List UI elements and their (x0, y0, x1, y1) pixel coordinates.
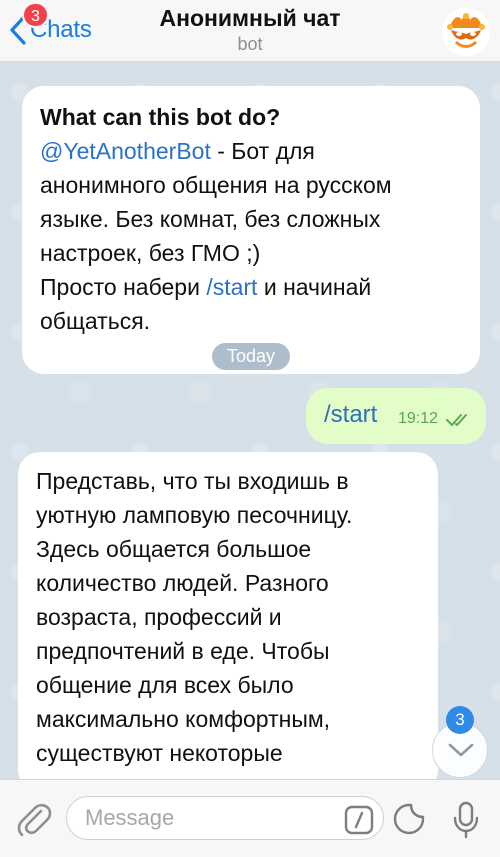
bot-info-line: языке. Без комнат, без сложных (40, 206, 381, 232)
message-line: количество людей. Разного (36, 570, 329, 596)
message-input[interactable] (66, 796, 384, 840)
bot-info-line: Просто набери /start и начинай (40, 270, 462, 304)
outgoing-message[interactable]: /start 19:12 (306, 388, 486, 444)
bot-info-line: общаться. (40, 308, 151, 334)
chat-title: Анонимный чат (159, 5, 341, 31)
slash-command-icon[interactable] (344, 805, 374, 835)
jester-mask-icon (442, 8, 490, 56)
double-check-icon (446, 414, 467, 426)
scroll-unread-badge: 3 (446, 706, 474, 734)
bot-info-title: What can this bot do? (40, 104, 281, 130)
chat-area[interactable]: What can this bot do? @YetAnotherBot - Б… (0, 62, 500, 779)
bot-info-text: - Бот для (210, 138, 315, 164)
chat-subtitle: bot (237, 34, 263, 54)
message-line: возраста, профессий и (36, 604, 282, 630)
message-line: существуют некоторые (36, 740, 283, 766)
chevron-down-icon (448, 743, 474, 757)
paperclip-icon[interactable] (16, 800, 52, 840)
chat-header: Chats 3 Анонимный чат bot (0, 0, 500, 62)
message-line: предпочтений в еде. Чтобы (36, 638, 330, 664)
bot-info-text: и начинай (257, 274, 372, 300)
message-time: 19:12 (398, 410, 439, 427)
message-line: уютную ламповую песочницу. (36, 502, 353, 528)
bot-info-line: анонимного общения на русском (40, 172, 392, 198)
chat-title-area[interactable]: Анонимный чат bot (110, 4, 390, 56)
microphone-icon[interactable] (452, 800, 480, 840)
unread-badge: 3 (22, 2, 49, 28)
incoming-message[interactable]: Представь, что ты входишь в уютную лампо… (18, 452, 438, 779)
bot-info-bubble: What can this bot do? @YetAnotherBot - Б… (22, 86, 480, 374)
message-input-bar (0, 779, 500, 857)
sticker-icon[interactable] (392, 802, 426, 836)
bot-info-text: Просто набери (40, 274, 207, 300)
message-line: общение для всех было (36, 672, 294, 698)
bot-info-line: настроек, без ГМО ;) (40, 240, 261, 266)
start-command-link[interactable]: /start (206, 274, 257, 300)
message-line: Представь, что ты входишь в (36, 468, 349, 494)
bot-info-line: @YetAnotherBot - Бот для (40, 134, 462, 168)
message-line: максимально комфортным, (36, 706, 331, 732)
bot-username-link[interactable]: @YetAnotherBot (40, 138, 211, 164)
back-button[interactable]: Chats (8, 10, 92, 50)
date-separator: Today (212, 343, 290, 370)
message-line: Здесь общается большое (36, 536, 312, 562)
outgoing-message-text: /start (324, 401, 378, 428)
avatar[interactable] (442, 8, 490, 56)
